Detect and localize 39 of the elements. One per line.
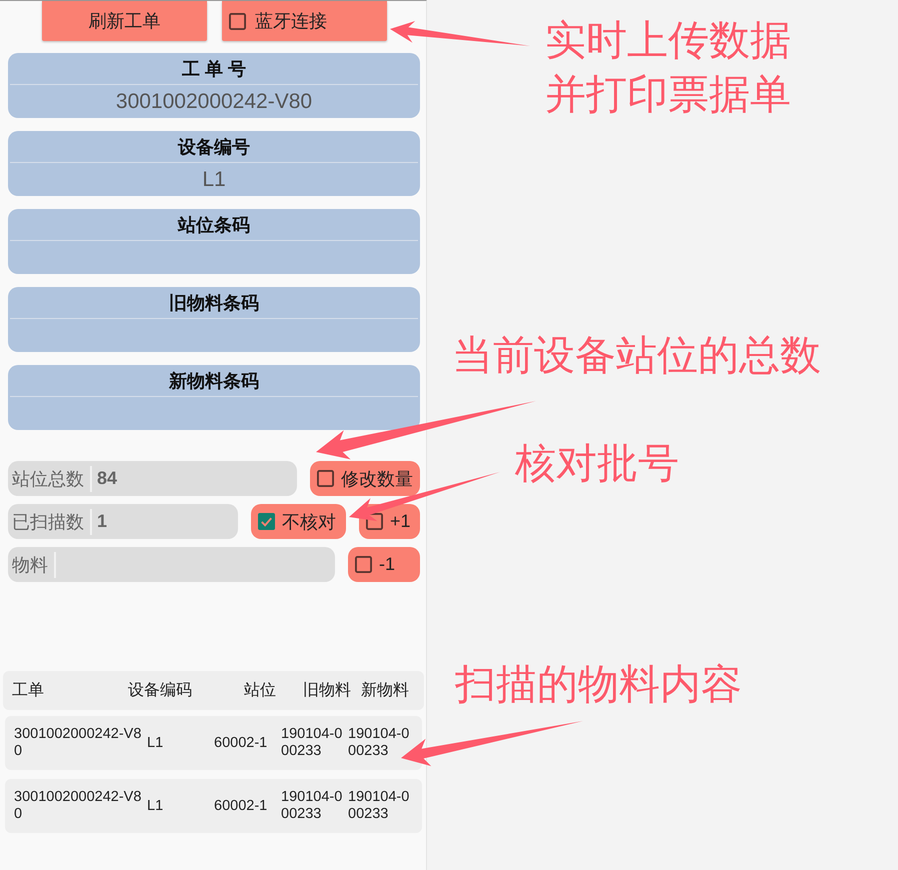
table-cell-text: 190104-000233 <box>281 726 344 760</box>
card-title: 工 单 号 <box>180 58 247 80</box>
table-cell-text: 3001002000242-V80 <box>14 726 142 760</box>
input-field[interactable]: L1 <box>8 163 420 196</box>
annotation-text: 扫描的物料内容 <box>455 660 742 709</box>
table-cell-text: 190104-000233 <box>348 726 410 760</box>
field-label: 物料 <box>12 554 48 576</box>
annotation-text: 核对批号 <box>515 439 679 488</box>
table-cell-text: 190104-000233 <box>281 789 344 823</box>
column-header: 设备编码 <box>127 680 192 701</box>
checkbox-button[interactable]: 修改数量 <box>310 461 420 496</box>
input-field[interactable]: 已扫描数 1 <box>8 504 238 539</box>
refresh-button[interactable]: 刷新工单 <box>42 1 207 41</box>
field-label: 已扫描数 <box>12 510 84 534</box>
input-field[interactable]: 站位总数 84 <box>8 461 297 496</box>
column-header: 新物料 <box>360 680 409 701</box>
table-cell-text: 60002-1 <box>214 798 268 814</box>
column-header: 站位 <box>243 680 276 701</box>
checkbox-button[interactable]: -1 <box>348 547 420 582</box>
table-cell-text: 3001002000242-V80 <box>14 789 142 823</box>
input-field[interactable]: 物料 <box>8 547 335 582</box>
card-title: 新物料条码 <box>168 370 260 392</box>
field-value: 1 <box>97 511 108 532</box>
table-cell-text: 190104-000233 <box>348 789 410 823</box>
card-title: 站位条码 <box>176 214 251 236</box>
field-label: 站位总数 <box>12 468 84 490</box>
card-title: 旧物料条码 <box>168 292 260 314</box>
input-field[interactable]: 3001002000242-V80 <box>8 85 420 118</box>
table-cell-text: 60002-1 <box>214 734 268 752</box>
bluetooth-checkbox[interactable]: 蓝牙连接 <box>222 1 387 41</box>
annotation-text: 当前设备站位的总数 <box>452 331 821 380</box>
column-header: 工单 <box>12 681 45 701</box>
card-title: 设备编号 <box>176 136 251 158</box>
column-header: 旧物料 <box>302 680 351 701</box>
annotation-text: 实时上传数据并打印票据单 <box>545 16 792 119</box>
table-cell-text: L1 <box>147 798 164 814</box>
field-value: 84 <box>97 468 118 489</box>
table-cell-text: L1 <box>147 734 164 752</box>
checkbox-button[interactable]: 不核对 <box>251 504 346 539</box>
